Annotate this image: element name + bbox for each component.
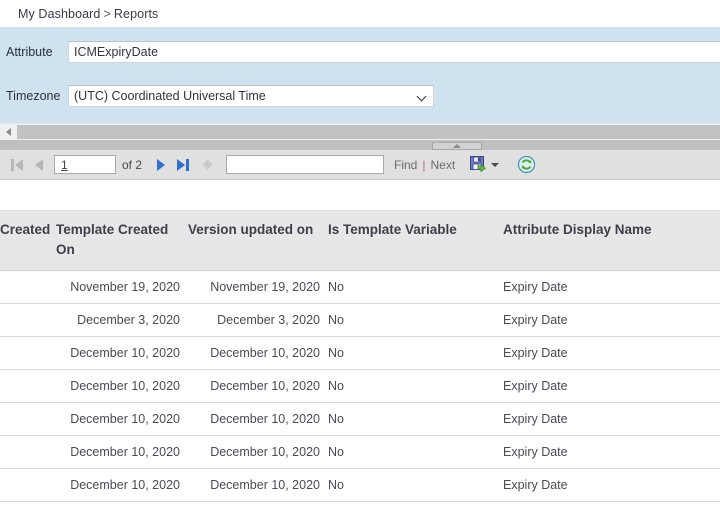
cell-version-updated-on: December 10, 2020	[188, 369, 328, 403]
table-body: November 19, 2020 November 19, 2020 No Expi…	[0, 270, 720, 502]
report-viewer-toolbar: 1 of 2 Find | Next	[0, 150, 720, 180]
timezone-select-value: (UTC) Coordinated Universal Time	[74, 89, 266, 103]
cell-created	[0, 303, 56, 337]
page-number-value: 1	[61, 157, 68, 172]
cell-template-created-on: November 19, 2020	[56, 270, 188, 304]
cell-template-created-on: December 10, 2020	[56, 468, 188, 502]
timezone-parameter-row: Timezone (UTC) Coordinated Universal Tim…	[0, 83, 720, 109]
cell-template-created-on: December 10, 2020	[56, 369, 188, 403]
table-row[interactable]: December 3, 2020 December 3, 2020 No Expiry…	[0, 303, 720, 337]
cell-version-updated-on: December 10, 2020	[188, 402, 328, 436]
cell-template-created-on: December 10, 2020	[56, 336, 188, 370]
column-header-created[interactable]: Created	[0, 210, 56, 271]
stop-refresh-icon[interactable]	[194, 159, 220, 170]
breadcrumb-bar: My Dashboard > Reports	[0, 0, 720, 27]
page-total-label: of 2	[122, 157, 143, 172]
cell-template-created-on: December 3, 2020	[56, 303, 188, 337]
cell-version-updated-on: December 3, 2020	[188, 303, 328, 337]
cell-is-template-variable: No	[328, 402, 503, 436]
timezone-select[interactable]: (UTC) Coordinated Universal Time	[68, 85, 434, 107]
cell-created	[0, 336, 56, 370]
page-number-input[interactable]: 1	[54, 155, 116, 174]
table-header-row: Created Template Created On Version upda…	[0, 210, 720, 271]
cell-template-created-on: December 10, 2020	[56, 402, 188, 436]
panel-splitter[interactable]	[0, 140, 720, 150]
cell-template-created-on: December 10, 2020	[56, 435, 188, 469]
attribute-parameter-row: Attribute ICMExpiryDate	[0, 39, 720, 65]
cell-attribute-display-name: Expiry Date	[503, 369, 720, 403]
last-page-icon[interactable]	[172, 154, 194, 176]
table-row[interactable]: December 10, 2020 December 10, 2020 No Expi…	[0, 369, 720, 403]
attribute-label: Attribute	[6, 45, 53, 59]
attribute-input[interactable]: ICMExpiryDate	[68, 41, 720, 63]
cell-is-template-variable: No	[328, 468, 503, 502]
column-header-attribute-display-name[interactable]: Attribute Display Name	[503, 210, 720, 271]
cell-version-updated-on: November 19, 2020	[188, 270, 328, 304]
chevron-down-icon	[418, 86, 427, 106]
previous-page-icon[interactable]	[28, 154, 50, 176]
cell-is-template-variable: No	[328, 303, 503, 337]
table-row[interactable]: December 10, 2020 December 10, 2020 No Expi…	[0, 468, 720, 502]
breadcrumb-item-reports[interactable]: Reports	[114, 7, 158, 21]
refresh-icon[interactable]	[515, 154, 537, 176]
find-button[interactable]: Find	[394, 158, 417, 172]
cell-attribute-display-name: Expiry Date	[503, 402, 720, 436]
content-gap	[0, 180, 720, 210]
table-row[interactable]: December 10, 2020 December 10, 2020 No Expi…	[0, 336, 720, 370]
cell-created	[0, 435, 56, 469]
scrollbar-track[interactable]	[17, 124, 720, 140]
scrollbar-thumb[interactable]	[17, 125, 720, 139]
find-input[interactable]	[226, 155, 385, 174]
report-table: Created Template Created On Version upda…	[0, 210, 720, 502]
table-row[interactable]: November 19, 2020 November 19, 2020 No Expi…	[0, 270, 720, 304]
column-header-is-template-variable[interactable]: Is Template Variable	[328, 210, 503, 271]
cell-created	[0, 369, 56, 403]
parameters-horizontal-scrollbar[interactable]	[0, 123, 720, 140]
table-header: Created Template Created On Version upda…	[0, 210, 720, 271]
cell-created	[0, 468, 56, 502]
breadcrumb-item-dashboard[interactable]: My Dashboard	[18, 7, 101, 21]
cell-attribute-display-name: Expiry Date	[503, 270, 720, 304]
cell-attribute-display-name: Expiry Date	[503, 468, 720, 502]
find-next-button[interactable]: Next	[430, 158, 455, 172]
cell-is-template-variable: No	[328, 435, 503, 469]
toolbar-separator: |	[422, 157, 426, 172]
cell-created	[0, 402, 56, 436]
cell-attribute-display-name: Expiry Date	[503, 303, 720, 337]
collapse-up-icon[interactable]	[432, 142, 482, 150]
cell-version-updated-on: December 10, 2020	[188, 435, 328, 469]
column-header-template-created-on[interactable]: Template Created On	[56, 210, 188, 271]
cell-is-template-variable: No	[328, 270, 503, 304]
table-row[interactable]: December 10, 2020 December 10, 2020 No Expi…	[0, 435, 720, 469]
report-parameters-panel: Attribute ICMExpiryDate Timezone (UTC) C…	[0, 27, 720, 123]
cell-version-updated-on: December 10, 2020	[188, 336, 328, 370]
cell-is-template-variable: No	[328, 369, 503, 403]
cell-created	[0, 270, 56, 304]
export-save-icon[interactable]	[467, 154, 489, 176]
cell-is-template-variable: No	[328, 336, 503, 370]
scroll-left-icon[interactable]	[0, 124, 17, 140]
cell-attribute-display-name: Expiry Date	[503, 435, 720, 469]
table-row[interactable]: December 10, 2020 December 10, 2020 No Expi…	[0, 402, 720, 436]
column-header-version-updated-on[interactable]: Version updated on	[188, 210, 328, 271]
breadcrumb: My Dashboard > Reports	[18, 7, 158, 21]
cell-attribute-display-name: Expiry Date	[503, 336, 720, 370]
timezone-label: Timezone	[6, 89, 61, 103]
next-page-icon[interactable]	[150, 154, 172, 176]
breadcrumb-separator: >	[103, 6, 111, 21]
export-dropdown-caret-icon[interactable]	[489, 162, 501, 167]
attribute-input-value: ICMExpiryDate	[74, 45, 159, 59]
cell-version-updated-on: December 10, 2020	[188, 468, 328, 502]
first-page-icon[interactable]	[6, 154, 28, 176]
